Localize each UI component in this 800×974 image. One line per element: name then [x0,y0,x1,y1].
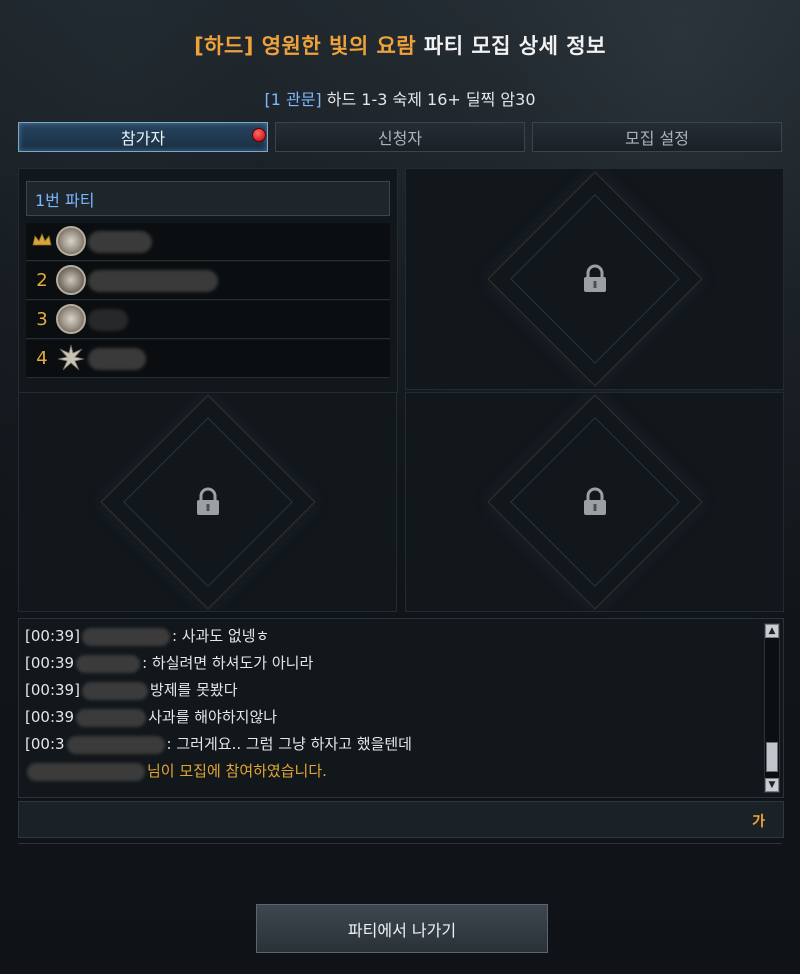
party-member-row[interactable]: 4 [26,340,390,378]
class-emblem-icon [56,226,86,256]
chat-message: [00:39] 방제를 못봤다 [25,677,755,704]
member-slot-number: 4 [36,348,48,369]
chat-text: : 하실려면 하셔도가 아니라 [142,654,314,672]
chat-timestamp: [00:39 [25,708,75,726]
title-suffix: 파티 모집 상세 정보 [416,34,606,58]
locked-party-slot [405,168,784,390]
tab-bar: 참가자 신청자 모집 설정 [18,122,782,154]
system-message: 님이 모집에 참여하였습니다. [25,758,755,785]
page-title: [하드] 영원한 빛의 요람 파티 모집 상세 정보 [0,30,800,60]
party-member-row[interactable] [26,223,390,261]
gate-tag: [1 관문] [264,90,322,109]
tab-participants[interactable]: 참가자 [18,122,268,152]
lock-icon [196,487,219,515]
divider [18,843,782,844]
locked-party-slot [18,392,397,612]
leave-party-label: 파티에서 나가기 [347,920,457,940]
class-emblem-icon [56,265,86,295]
tab-recruit-settings-label: 모집 설정 [625,129,689,148]
sender-redacted [76,708,147,727]
tab-recruit-settings[interactable]: 모집 설정 [532,122,782,152]
notification-dot-icon [252,128,266,142]
scroll-down-arrow-icon[interactable]: ▼ [765,778,779,792]
scrollbar-thumb[interactable] [766,742,778,772]
class-emblem-icon [56,304,86,334]
party-header: 1번 파티 [26,181,390,216]
system-message-text: 님이 모집에 참여하였습니다. [147,762,327,780]
crown-icon [32,233,52,246]
member-slot-number: 2 [36,270,48,291]
chat-text: 사과를 해야하지않나 [148,708,278,726]
chat-text: : 그러게요.. 그럼 그냥 하자고 했을텐데 [166,735,412,753]
member-slot-number: 3 [36,309,48,330]
chat-timestamp: [00:39] [25,627,80,645]
chat-text: : 사과도 없넹ㅎ [171,627,270,645]
class-emblem-icon [57,344,85,371]
chat-timestamp: [00:3 [25,735,65,753]
sender-redacted [76,654,141,673]
party-member-row[interactable]: 3 [26,301,390,339]
sender-redacted [81,627,170,646]
chat-message: [00:39] : 사과도 없넹ㅎ [25,623,755,650]
tab-participants-label: 참가자 [120,129,166,148]
member-name-redacted [88,309,128,331]
chat-timestamp: [00:39 [25,654,75,672]
lock-icon [583,487,606,515]
lock-icon [583,264,606,292]
chat-log[interactable]: [00:39] : 사과도 없넹ㅎ [00:39 : 하실려면 하셔도가 아니라 [… [18,618,784,798]
leave-party-button[interactable]: 파티에서 나가기 [256,904,548,953]
chat-input[interactable] [25,806,729,835]
sender-redacted [66,735,165,754]
chat-message: [00:3 : 그러게요.. 그럼 그냥 하자고 했을텐데 [25,731,755,758]
chat-input-bar: 가 [18,801,784,838]
raid-name: [하드] 영원한 빛의 요람 [194,34,417,58]
ime-indicator[interactable]: 가 [752,811,765,831]
party-panel-1: 1번 파티 2 3 4 [18,168,398,393]
tab-applicants[interactable]: 신청자 [275,122,525,152]
chat-message: [00:39 사과를 해야하지않나 [25,704,755,731]
description-text: 하드 1-3 숙제 16+ 딜찍 암30 [321,90,536,109]
party-description: [1 관문] 하드 1-3 숙제 16+ 딜찍 암30 [0,86,800,110]
chat-timestamp: [00:39] [25,681,80,699]
chat-message: [00:39 : 하실려면 하셔도가 아니라 [25,650,755,677]
tab-applicants-label: 신청자 [377,129,423,148]
sender-redacted [81,681,148,700]
chat-text: 방제를 못봤다 [149,681,238,699]
locked-party-slot [405,392,784,612]
party-member-row[interactable]: 2 [26,262,390,300]
member-name-redacted [88,348,146,370]
sender-redacted [27,762,145,781]
member-name-redacted [88,270,218,292]
member-name-redacted [88,231,152,253]
scroll-up-arrow-icon[interactable]: ▲ [765,624,779,638]
chat-scrollbar[interactable]: ▲ ▼ [764,623,780,793]
